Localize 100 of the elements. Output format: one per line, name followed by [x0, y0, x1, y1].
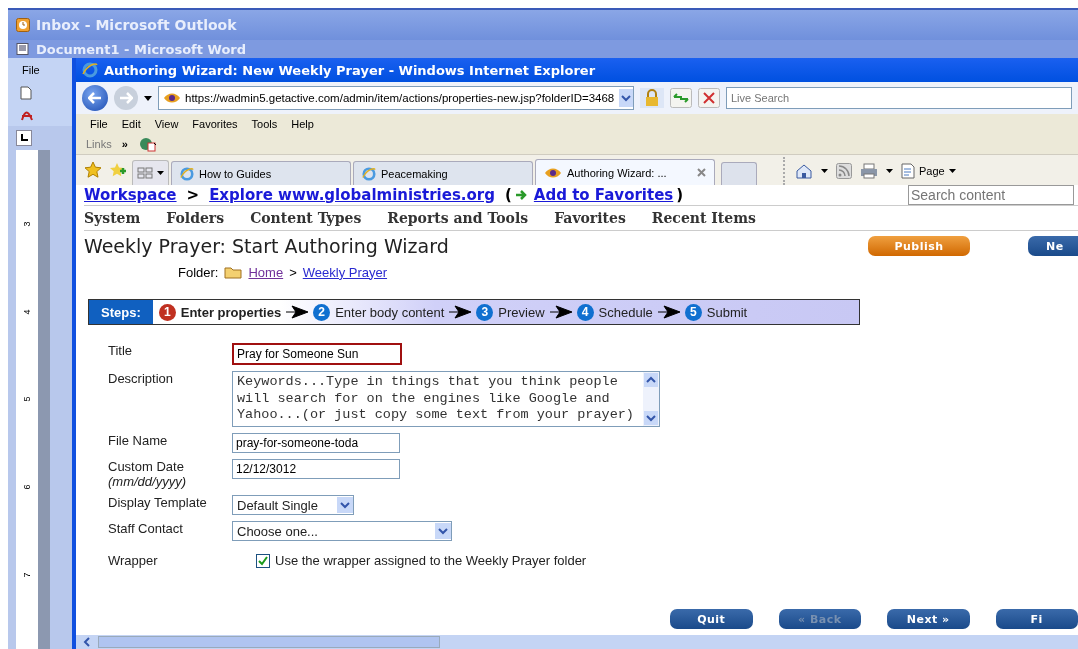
step-number: 2	[313, 303, 331, 321]
horizontal-scrollbar[interactable]	[76, 635, 1078, 649]
eye-logo-icon	[163, 92, 181, 104]
step-number: 1	[158, 303, 176, 321]
globe-icon[interactable]	[137, 136, 158, 152]
step-label: Enter properties	[180, 304, 282, 320]
folder-link[interactable]: Home	[248, 264, 284, 280]
ruler-number: 5	[22, 397, 32, 402]
step-label: Enter body content	[335, 304, 445, 320]
nav-menu-item[interactable]: Recent Items	[651, 210, 756, 226]
step-number: 3	[476, 303, 494, 321]
add-to-favorites-link[interactable]: Add to Favorites	[533, 186, 674, 204]
step-label: Schedule	[598, 304, 653, 320]
arrow-icon	[549, 305, 572, 319]
refresh-icon[interactable]	[670, 88, 692, 108]
browser-tab[interactable]: Peacemaking	[353, 161, 533, 185]
menu-item[interactable]: Tools	[251, 118, 278, 130]
dropdown-field[interactable]: Default Single	[232, 495, 354, 515]
tab-stop-button[interactable]	[16, 130, 32, 146]
menu-item[interactable]: Edit	[121, 118, 141, 130]
arrow-icon	[657, 305, 680, 319]
printer-icon[interactable]	[860, 163, 878, 179]
browser-tab[interactable]: Authoring Wizard: ...	[535, 159, 715, 185]
folder-label: Folder:	[178, 264, 219, 280]
checkbox-label: Use the wrapper assigned to the Weekly Prayer folder	[275, 553, 587, 568]
back-button[interactable]	[82, 85, 108, 111]
wizard-button[interactable]: Quit	[670, 609, 753, 629]
stop-icon[interactable]	[698, 88, 720, 108]
text-field[interactable]: Pray for Someone Sun	[232, 343, 402, 365]
close-icon[interactable]	[697, 168, 706, 177]
dropdown-caret-icon[interactable]	[144, 95, 152, 101]
description-field[interactable]: Keywords...Type in things that you think people will search for on the engines like Google and Yahoo...(or just copy some text from your prayer)	[232, 371, 660, 427]
parenthesis: )	[676, 186, 684, 204]
nav-menu-item[interactable]: Reports and Tools	[387, 210, 529, 226]
caret-icon[interactable]	[821, 169, 828, 173]
nav-menu-item[interactable]: System	[84, 210, 141, 226]
checkbox[interactable]	[256, 553, 270, 568]
wizard-button[interactable]: Fi	[995, 609, 1078, 629]
address-field[interactable]: https://wadmin5.getactive.com/admin/item/actions/properties-new.jsp?folderID=3468	[158, 86, 634, 110]
star-icon[interactable]	[84, 161, 102, 179]
links-chevron[interactable]: »	[121, 138, 128, 150]
field-label: Title	[108, 343, 134, 358]
ruler-number: 7	[22, 572, 32, 578]
browser-tab[interactable]: How to Guides	[171, 161, 351, 185]
steps-label: Steps:	[89, 300, 153, 324]
text-field[interactable]: pray-for-someone-toda	[232, 433, 400, 453]
text-field[interactable]: 12/12/3012	[232, 459, 400, 479]
ruler-number: 3	[22, 221, 32, 227]
breadcrumb-link[interactable]: Workspace	[84, 186, 177, 204]
home-icon[interactable]	[795, 163, 813, 179]
path-separator: >	[289, 264, 297, 280]
step-label: Submit	[706, 304, 748, 320]
window-title: Authoring Wizard: New Weekly Prayer - Windows Internet Explorer	[104, 62, 596, 78]
step-label: Preview	[498, 304, 545, 320]
page-heading: Weekly Prayer: Start Authoring Wizard	[84, 235, 450, 257]
parenthesis: (	[505, 186, 512, 204]
search-field[interactable]: Live Search	[726, 87, 1072, 109]
menu-item[interactable]: View	[154, 118, 179, 130]
menu-item[interactable]: Favorites	[192, 118, 238, 130]
header-button[interactable]: Ne	[1028, 236, 1078, 256]
feed-icon[interactable]	[836, 163, 852, 179]
nav-menu-item[interactable]: Favorites	[554, 210, 626, 226]
nav-menu-item[interactable]: Content Types	[250, 210, 362, 226]
add-favorite-icon[interactable]	[108, 161, 126, 179]
menu-item[interactable]: File	[8, 58, 72, 82]
menu-item[interactable]: File	[90, 118, 108, 130]
left-arrow-icon	[88, 92, 102, 104]
breadcrumb-link[interactable]: Explore www.globalministries.org	[209, 186, 495, 204]
quick-tabs-button[interactable]	[132, 160, 169, 185]
caret-icon	[157, 171, 164, 175]
browser-logo-icon	[362, 166, 376, 181]
dropdown-field[interactable]: Choose one...	[232, 521, 452, 541]
field-label: Staff Contact	[108, 521, 184, 536]
new-document-icon[interactable]	[20, 86, 32, 100]
nav-menu-item[interactable]: Folders	[166, 210, 225, 226]
folder-icon	[224, 265, 243, 279]
tab-stop-icon	[20, 134, 28, 142]
field-label: Display Template	[108, 495, 208, 510]
caret-icon[interactable]	[886, 169, 893, 173]
search-field[interactable]: Search content	[908, 185, 1074, 205]
folder-link[interactable]: Weekly Prayer	[302, 264, 388, 280]
breadcrumb-separator: >	[186, 186, 200, 204]
window-title: Document1 - Microsoft Word	[36, 41, 247, 57]
wizard-button[interactable]: Next »	[887, 609, 970, 629]
window-title: Inbox - Microsoft Outlook	[36, 17, 237, 33]
field-label: Custom Date	[108, 459, 185, 474]
browser-logo-icon	[180, 166, 194, 181]
browser-logo-icon	[82, 62, 98, 78]
field-hint: (mm/dd/yyyy)	[108, 474, 187, 489]
grid-icon	[137, 167, 153, 179]
scrollbar[interactable]	[643, 372, 659, 426]
arrow-icon	[286, 305, 309, 319]
step-number: 4	[576, 303, 594, 321]
padlock-icon[interactable]	[640, 88, 664, 108]
menu-item[interactable]: Help	[291, 118, 314, 130]
document-icon	[16, 43, 30, 55]
page-menu-button[interactable]: Page	[901, 163, 956, 179]
check-icon	[258, 555, 268, 566]
field-label: Wrapper	[108, 553, 159, 568]
page-icon	[901, 163, 915, 179]
